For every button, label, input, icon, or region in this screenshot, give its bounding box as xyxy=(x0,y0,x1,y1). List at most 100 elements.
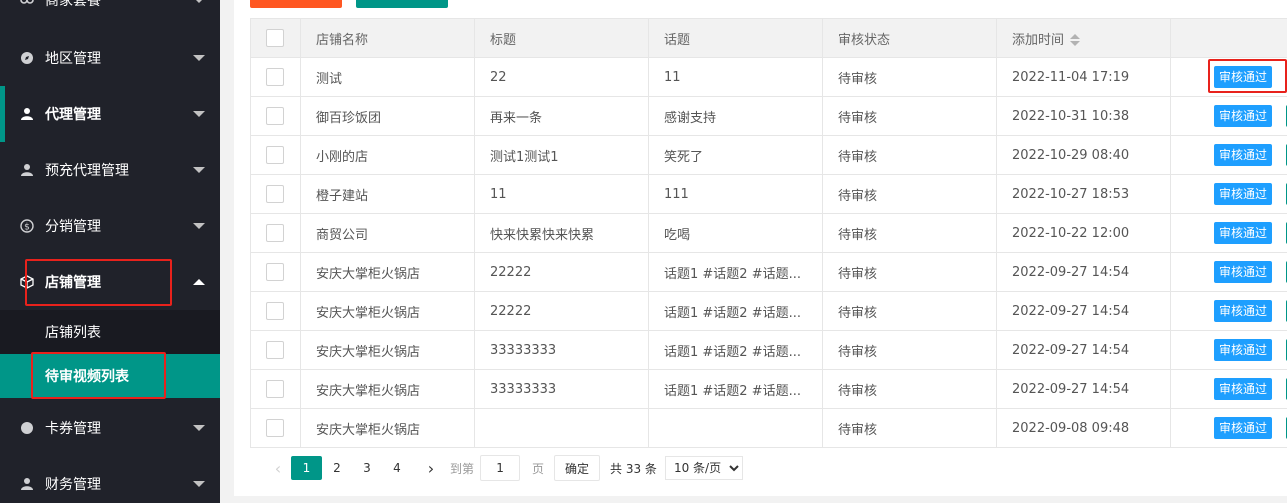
cell-actions: 审核通过 xyxy=(1170,408,1287,448)
row-checkbox-cell[interactable] xyxy=(250,291,301,331)
sidebar-item-coupon[interactable]: 卡券管理 xyxy=(0,400,220,456)
sidebar-item-shop[interactable]: 店铺管理 xyxy=(0,254,220,310)
sidebar-item-merchant-package[interactable]: 商家套餐 xyxy=(0,0,220,28)
cell-status: 待审核 xyxy=(822,96,997,136)
row-checkbox[interactable] xyxy=(266,185,284,203)
row-checkbox[interactable] xyxy=(266,107,284,125)
page-unit-label: 页 xyxy=(532,461,545,476)
cell-topic: 感谢支持 xyxy=(648,96,823,136)
row-checkbox[interactable] xyxy=(266,419,284,437)
row-checkbox[interactable] xyxy=(266,146,284,164)
cell-shop-name: 安庆大掌柜火锅店 xyxy=(300,369,475,409)
page-button[interactable]: 3 xyxy=(352,456,382,480)
next-page-button[interactable]: › xyxy=(418,459,444,478)
approve-button[interactable]: 审核通过 xyxy=(1214,182,1273,205)
cell-title: 33333333 xyxy=(474,330,649,370)
header-checkbox-cell[interactable] xyxy=(250,18,301,58)
row-checkbox-cell[interactable] xyxy=(250,213,301,253)
page-button[interactable]: 4 xyxy=(382,456,412,480)
goto-page-input[interactable]: 1 xyxy=(480,455,521,481)
cell-add-time: 2022-10-22 12:00 xyxy=(996,213,1171,253)
top-action-button-2[interactable] xyxy=(356,0,448,8)
sidebar-subitem-pending-videos[interactable]: 待审视频列表 xyxy=(0,354,220,398)
approve-button[interactable]: 审核通过 xyxy=(1214,416,1273,439)
table-row: 安庆大掌柜火锅店 22222 话题1 #话题2 #话题... 待审核 2022-09-2… xyxy=(250,252,1287,292)
sort-icon[interactable] xyxy=(1070,34,1081,46)
approve-button[interactable]: 审核通过 xyxy=(1214,143,1273,166)
sidebar-item-prepaid-agent[interactable]: 预充代理管理 xyxy=(0,142,220,198)
top-action-button-1[interactable] xyxy=(250,0,342,8)
header-topic: 话题 xyxy=(648,18,823,58)
row-checkbox-cell[interactable] xyxy=(250,369,301,409)
cell-topic: 话题1 #话题2 #话题... xyxy=(648,252,823,292)
sidebar-item-region[interactable]: 地区管理 xyxy=(0,30,220,86)
header-add-time[interactable]: 添加时间 xyxy=(996,18,1171,58)
row-checkbox[interactable] xyxy=(266,263,284,281)
chevron-down-icon xyxy=(193,0,205,3)
goto-confirm-button[interactable]: 确定 xyxy=(554,455,601,481)
row-checkbox[interactable] xyxy=(266,224,284,242)
approve-button[interactable]: 审核通过 xyxy=(1214,338,1273,361)
approve-button[interactable]: 审核通过 xyxy=(1214,104,1273,127)
cell-shop-name: 安庆大掌柜火锅店 xyxy=(300,252,475,292)
cell-topic: 话题1 #话题2 #话题... xyxy=(648,330,823,370)
row-checkbox-cell[interactable] xyxy=(250,408,301,448)
approve-button[interactable]: 审核通过 xyxy=(1214,221,1273,244)
row-checkbox-cell[interactable] xyxy=(250,96,301,136)
row-checkbox-cell[interactable] xyxy=(250,252,301,292)
cell-actions: 审核通过 xyxy=(1170,174,1287,214)
cell-actions: 审核通过 xyxy=(1170,213,1287,253)
cell-shop-name: 小刚的店 xyxy=(300,135,475,175)
row-checkbox[interactable] xyxy=(266,341,284,359)
row-checkbox-cell[interactable] xyxy=(250,135,301,175)
row-checkbox-cell[interactable] xyxy=(250,174,301,214)
cell-add-time: 2022-09-27 14:54 xyxy=(996,291,1171,331)
page-button[interactable]: 2 xyxy=(322,456,352,480)
cell-topic: 11 xyxy=(648,57,823,97)
cell-status: 待审核 xyxy=(822,330,997,370)
table-row: 商贸公司 快来快累快来快累 吃喝 待审核 2022-10-22 12:00 审核通过 xyxy=(250,213,1287,253)
approve-button[interactable]: 审核通过 xyxy=(1214,299,1273,322)
cell-actions: 审核通过 xyxy=(1170,369,1287,409)
cell-title xyxy=(474,408,649,448)
prev-page-button[interactable]: ‹ xyxy=(265,459,291,478)
cell-shop-name: 安庆大掌柜火锅店 xyxy=(300,330,475,370)
page-button-current[interactable]: 1 xyxy=(291,456,322,480)
sidebar-item-distribution[interactable]: $ 分销管理 xyxy=(0,198,220,254)
link-icon xyxy=(20,0,34,7)
sidebar-item-finance[interactable]: 财务管理 xyxy=(0,456,220,503)
select-all-checkbox[interactable] xyxy=(266,29,284,47)
cell-topic: 话题1 #话题2 #话题... xyxy=(648,291,823,331)
cell-add-time: 2022-11-04 17:19 xyxy=(996,57,1171,97)
row-checkbox[interactable] xyxy=(266,380,284,398)
user-icon xyxy=(20,163,34,177)
total-count: 共 33 条 xyxy=(610,461,657,476)
approve-button[interactable]: 审核通过 xyxy=(1214,377,1273,400)
header-status: 审核状态 xyxy=(822,18,997,58)
dot-icon xyxy=(20,421,34,435)
cell-status: 待审核 xyxy=(822,291,997,331)
row-checkbox[interactable] xyxy=(266,302,284,320)
sidebar-item-agent[interactable]: 代理管理 xyxy=(0,86,220,142)
cell-add-time: 2022-10-29 08:40 xyxy=(996,135,1171,175)
page-size-select[interactable]: 10 条/页 xyxy=(664,456,743,480)
cell-title: 22 xyxy=(474,57,649,97)
approve-button[interactable]: 审核通过 xyxy=(1214,65,1273,88)
table-row: 安庆大掌柜火锅店 33333333 话题1 #话题2 #话题... 待审核 2022-0… xyxy=(250,330,1287,370)
chevron-down-icon xyxy=(193,425,205,431)
user-icon xyxy=(20,477,34,491)
cell-topic xyxy=(648,408,823,448)
header-add-time-label: 添加时间 xyxy=(1012,32,1065,48)
row-checkbox[interactable] xyxy=(266,68,284,86)
approve-button[interactable]: 审核通过 xyxy=(1214,260,1273,283)
row-checkbox-cell[interactable] xyxy=(250,330,301,370)
chevron-down-icon xyxy=(193,167,205,173)
table-row: 安庆大掌柜火锅店 待审核 2022-09-08 09:48 审核通过 xyxy=(250,408,1287,448)
cell-topic: 吃喝 xyxy=(648,213,823,253)
cell-shop-name: 安庆大掌柜火锅店 xyxy=(300,408,475,448)
cell-title: 快来快累快来快累 xyxy=(474,213,649,253)
sidebar-subitem-shop-list[interactable]: 店铺列表 xyxy=(0,310,220,354)
row-checkbox-cell[interactable] xyxy=(250,57,301,97)
cell-title: 33333333 xyxy=(474,369,649,409)
table-row: 安庆大掌柜火锅店 22222 话题1 #话题2 #话题... 待审核 2022-09-2… xyxy=(250,291,1287,331)
